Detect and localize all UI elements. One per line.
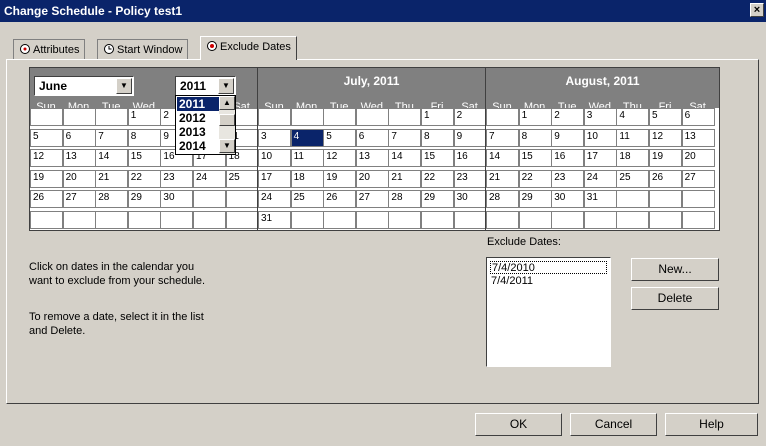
year-option[interactable]: 2012 [177, 111, 220, 125]
tab-attributes[interactable]: Attributes [13, 39, 86, 59]
tab-panel [6, 59, 759, 404]
cancel-button[interactable]: Cancel [570, 413, 657, 436]
close-button[interactable]: × [750, 3, 764, 17]
year-option[interactable]: 2011 [177, 97, 220, 111]
calendar-icon [206, 40, 218, 52]
year-option[interactable]: 2014 [177, 139, 220, 153]
scroll-thumb[interactable] [219, 114, 235, 126]
gear-icon [19, 43, 31, 55]
year-dropdown-list: 2011 2012 2013 2014 ▲ ▼ [175, 95, 236, 155]
title-bar: Change Schedule - Policy test1 × [0, 0, 766, 22]
tab-exclude-dates[interactable]: Exclude Dates [200, 36, 297, 60]
year-option[interactable]: 2013 [177, 125, 220, 139]
help-button[interactable]: Help [665, 413, 758, 436]
tab-label: Start Window [117, 44, 183, 56]
scroll-down-icon[interactable]: ▼ [219, 139, 235, 153]
scrollbar[interactable]: ▲ ▼ [219, 96, 235, 154]
clock-icon [103, 43, 115, 55]
ok-button[interactable]: OK [475, 413, 562, 436]
scroll-up-icon[interactable]: ▲ [219, 96, 235, 110]
tab-label: Attributes [33, 44, 80, 56]
tab-label: Exclude Dates [220, 41, 291, 53]
window-title: Change Schedule - Policy test1 [4, 4, 183, 18]
tab-start-window[interactable]: Start Window [97, 39, 189, 59]
